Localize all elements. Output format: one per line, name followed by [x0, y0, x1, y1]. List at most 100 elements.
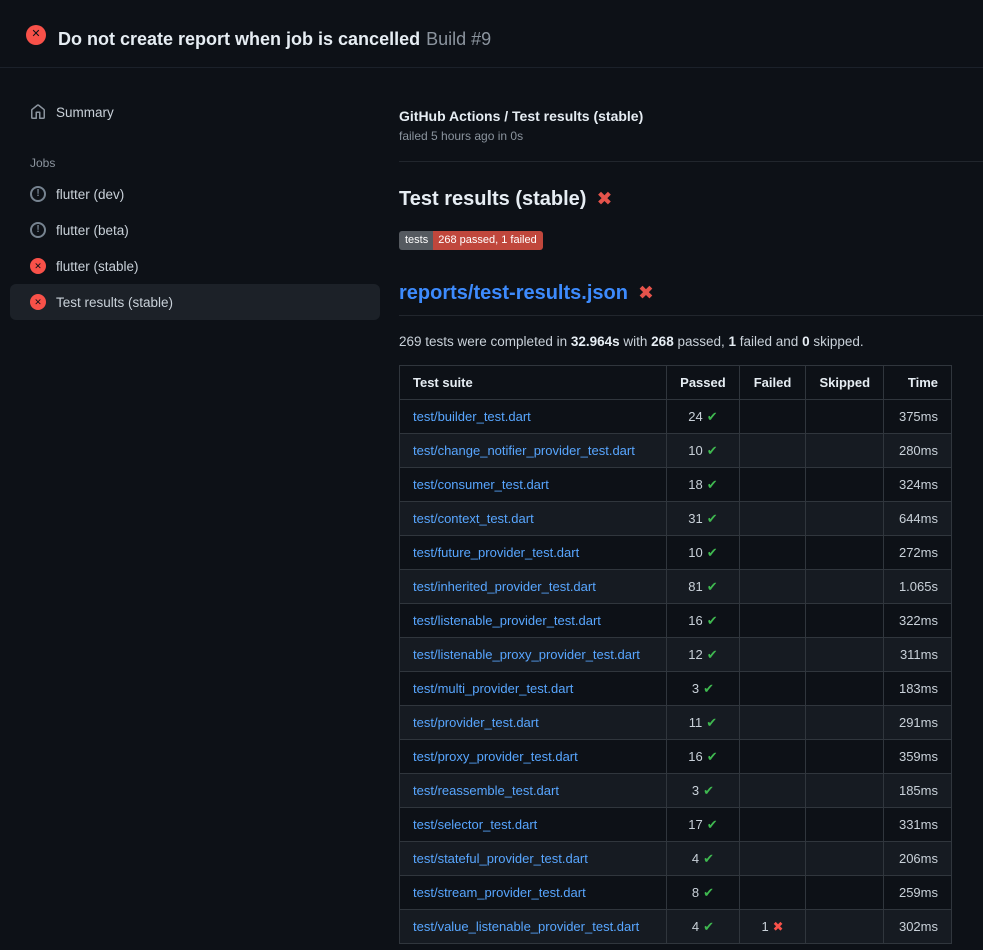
table-row: test/builder_test.dart 24✔ ✖ 375ms — [400, 400, 952, 434]
suite-link[interactable]: test/change_notifier_provider_test.dart — [413, 443, 635, 458]
suite-link[interactable]: test/listenable_proxy_provider_test.dart — [413, 647, 640, 662]
suite-link[interactable]: test/multi_provider_test.dart — [413, 681, 573, 696]
failed-cell: ✖ — [739, 876, 806, 910]
suite-link[interactable]: test/future_provider_test.dart — [413, 545, 579, 560]
table-row: test/stream_provider_test.dart 8✔ ✖ 259m… — [400, 876, 952, 910]
suite-link[interactable]: test/selector_test.dart — [413, 817, 537, 832]
check-icon: ✔ — [707, 579, 718, 594]
skipped-cell — [806, 910, 884, 944]
check-icon: ✔ — [707, 511, 718, 526]
failed-count: 1 — [729, 334, 737, 349]
suite-link[interactable]: test/stateful_provider_test.dart — [413, 851, 588, 866]
skipped-cell — [806, 706, 884, 740]
time-cell: 280ms — [884, 434, 952, 468]
run-title: Do not create report when job is cancell… — [58, 29, 420, 49]
skipped-cell — [806, 876, 884, 910]
failed-cell: ✖ — [739, 808, 806, 842]
time-cell: 206ms — [884, 842, 952, 876]
skipped-cell — [806, 740, 884, 774]
time-cell: 324ms — [884, 468, 952, 502]
sidebar-job-item[interactable]: ✕ ! flutter (beta) — [10, 212, 380, 248]
home-icon — [30, 104, 46, 120]
check-icon: ✔ — [703, 919, 714, 934]
suite-link[interactable]: test/builder_test.dart — [413, 409, 531, 424]
suite-link[interactable]: test/reassemble_test.dart — [413, 783, 559, 798]
x-icon: ✖ — [773, 919, 784, 934]
sidebar-job-item[interactable]: ✕ ! flutter (stable) — [10, 248, 380, 284]
time-cell: 302ms — [884, 910, 952, 944]
skipped-cell — [806, 842, 884, 876]
column-header-test-suite: Test suite — [400, 366, 667, 400]
skipped-cell — [806, 604, 884, 638]
job-label: flutter (dev) — [56, 187, 124, 202]
suite-cell: test/builder_test.dart — [400, 400, 667, 434]
results-table: Test suite Passed Failed Skipped Time te… — [399, 365, 952, 944]
suite-cell: test/listenable_proxy_provider_test.dart — [400, 638, 667, 672]
skipped-cell — [806, 570, 884, 604]
failed-cell: ✖ — [739, 536, 806, 570]
x-circle-icon: ✕ — [30, 294, 46, 310]
passed-cell: 4✔ — [667, 842, 740, 876]
check-icon: ✔ — [703, 681, 714, 696]
column-header-passed: Passed — [667, 366, 740, 400]
main-content: GitHub Actions / Test results (stable) f… — [390, 68, 983, 944]
passed-cell: 10✔ — [667, 536, 740, 570]
neutral-status-icon: ! — [30, 186, 46, 202]
suite-cell: test/stream_provider_test.dart — [400, 876, 667, 910]
check-icon: ✔ — [703, 885, 714, 900]
skipped-cell — [806, 774, 884, 808]
sidebar-job-item[interactable]: ✕ ! flutter (dev) — [10, 176, 380, 212]
suite-link[interactable]: test/listenable_provider_test.dart — [413, 613, 601, 628]
suite-cell: test/stateful_provider_test.dart — [400, 842, 667, 876]
total-duration: 32.964s — [571, 334, 620, 349]
skipped-cell — [806, 536, 884, 570]
failed-cell: ✖ — [739, 570, 806, 604]
passed-cell: 12✔ — [667, 638, 740, 672]
failed-cell: ✖ — [739, 842, 806, 876]
report-file-link[interactable]: reports/test-results.json — [399, 282, 628, 305]
table-row: test/stateful_provider_test.dart 4✔ ✖ 20… — [400, 842, 952, 876]
check-icon: ✔ — [707, 749, 718, 764]
passed-cell: 3✔ — [667, 672, 740, 706]
failed-status-icon: ✕ — [26, 25, 46, 45]
x-circle-icon: ✕ — [30, 258, 46, 274]
suite-link[interactable]: test/inherited_provider_test.dart — [413, 579, 596, 594]
failed-cell: ✖ — [739, 706, 806, 740]
table-row: test/listenable_proxy_provider_test.dart… — [400, 638, 952, 672]
jobs-list: ✕ ! flutter (dev) ✕ ! flutter (beta) ✕ !… — [10, 176, 380, 320]
check-icon: ✔ — [707, 443, 718, 458]
check-icon: ✔ — [703, 783, 714, 798]
job-label: Test results (stable) — [56, 295, 173, 310]
suite-link[interactable]: test/stream_provider_test.dart — [413, 885, 586, 900]
sidebar-job-item[interactable]: ✕ ! Test results (stable) — [10, 284, 380, 320]
table-row: test/provider_test.dart 11✔ ✖ 291ms — [400, 706, 952, 740]
section-title-text: Test results (stable) — [399, 188, 586, 211]
suite-link[interactable]: test/consumer_test.dart — [413, 477, 549, 492]
passed-cell: 10✔ — [667, 434, 740, 468]
skipped-cell — [806, 672, 884, 706]
passed-cell: 24✔ — [667, 400, 740, 434]
sidebar-item-summary[interactable]: Summary — [10, 94, 380, 130]
table-row: test/multi_provider_test.dart 3✔ ✖ 183ms — [400, 672, 952, 706]
check-icon: ✔ — [706, 715, 717, 730]
check-icon: ✔ — [707, 613, 718, 628]
table-row: test/change_notifier_provider_test.dart … — [400, 434, 952, 468]
suite-link[interactable]: test/context_test.dart — [413, 511, 534, 526]
failed-x-icon: ✖ — [638, 282, 654, 305]
failed-cell: ✖ — [739, 774, 806, 808]
failed-cell: ✖ — [739, 434, 806, 468]
suite-cell: test/proxy_provider_test.dart — [400, 740, 667, 774]
suite-cell: test/listenable_provider_test.dart — [400, 604, 667, 638]
passed-cell: 18✔ — [667, 468, 740, 502]
suite-link[interactable]: test/provider_test.dart — [413, 715, 539, 730]
skipped-cell — [806, 502, 884, 536]
time-cell: 359ms — [884, 740, 952, 774]
suite-link[interactable]: test/proxy_provider_test.dart — [413, 749, 578, 764]
skipped-cell — [806, 400, 884, 434]
time-cell: 183ms — [884, 672, 952, 706]
report-title: reports/test-results.json ✖ — [399, 282, 983, 316]
suite-cell: test/multi_provider_test.dart — [400, 672, 667, 706]
suite-link[interactable]: test/value_listenable_provider_test.dart — [413, 919, 639, 934]
suite-cell: test/change_notifier_provider_test.dart — [400, 434, 667, 468]
failed-cell: ✖ — [739, 604, 806, 638]
